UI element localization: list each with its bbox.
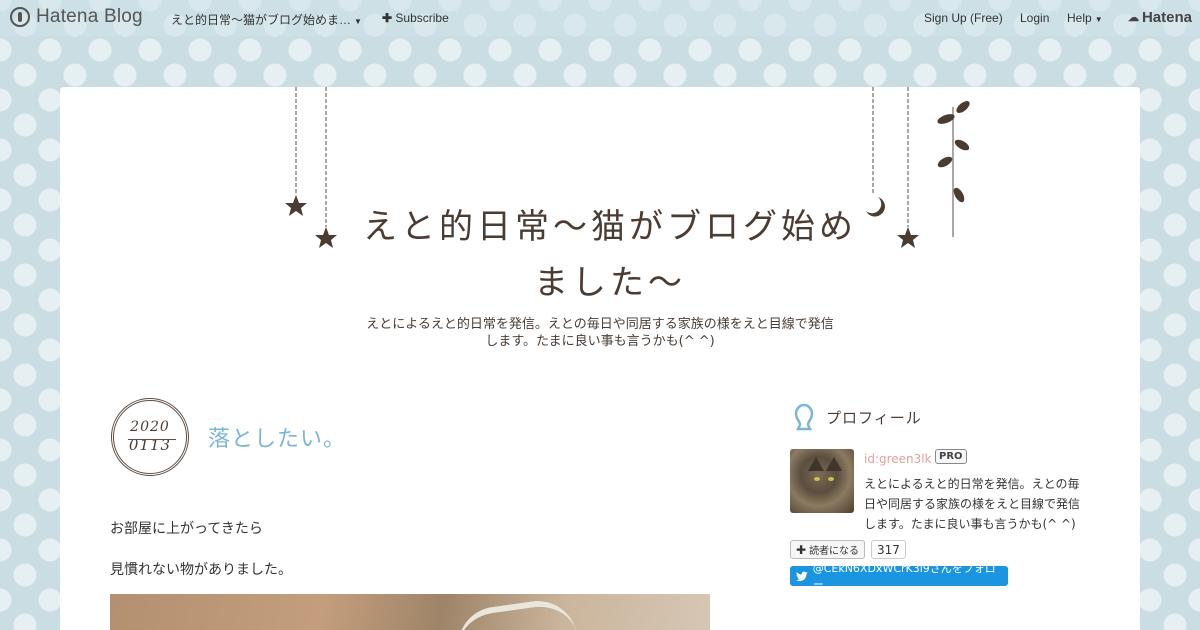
avatar-eye xyxy=(828,477,834,481)
avatar-ear xyxy=(826,457,842,471)
blog-title[interactable]: えと的日常〜猫がブログ始めました〜 xyxy=(350,199,870,311)
entry-photo xyxy=(110,594,710,630)
leaf-vine-icon xyxy=(937,101,970,203)
main-card: えと的日常〜猫がブログ始めました〜 えとによるえと的日常を発信。えとの毎日や同居… xyxy=(60,87,1140,630)
star-icon xyxy=(315,227,337,248)
hatena-blog-icon xyxy=(10,7,30,27)
caret-down-icon: ▼ xyxy=(354,17,362,26)
hatena-mark-icon: ☁ xyxy=(1127,12,1139,24)
reader-count[interactable]: 317 xyxy=(871,540,906,559)
entry-date-stamp[interactable]: 2020 0113 xyxy=(111,398,189,476)
login-link[interactable]: Login xyxy=(1020,11,1049,25)
avatar-eye xyxy=(814,477,820,481)
brand-name: Hatena Blog xyxy=(36,6,143,27)
date-divider xyxy=(128,439,176,440)
plus-icon: ✚ xyxy=(382,11,393,25)
blog-description: えとによるえと的日常を発信。えとの毎日や同居する家族の様をえと目線で発信します。… xyxy=(366,317,834,349)
photo-object xyxy=(452,595,578,630)
hatena-logo[interactable]: ☁ Hatena xyxy=(1128,9,1192,26)
blog-menu-dropdown[interactable]: えと的日常〜猫がブログ始めま… ▼ xyxy=(171,11,362,28)
profile-user-id[interactable]: id:green3lk xyxy=(864,452,932,466)
star-icon xyxy=(285,195,307,216)
help-dropdown[interactable]: Help ▼ xyxy=(1067,11,1103,25)
avatar[interactable] xyxy=(790,449,854,513)
twitter-follow-button[interactable]: @CEkN6XDxWCrK3l9さんをフォロー xyxy=(790,562,1008,591)
help-label: Help xyxy=(1067,11,1092,25)
reader-button-label: 読者になる xyxy=(809,546,860,557)
hatena-label: Hatena xyxy=(1141,9,1192,26)
plus-icon: ✚ xyxy=(796,542,807,557)
hatena-blog-logo[interactable]: Hatena Blog xyxy=(10,6,143,28)
subscribe-label: Subscribe xyxy=(395,11,449,25)
top-navbar: Hatena Blog えと的日常〜猫がブログ始めま… ▼ ✚ Subscribe… xyxy=(0,0,1200,36)
star-icon xyxy=(897,227,919,248)
entry-title[interactable]: 落としたい。 xyxy=(208,421,346,453)
pro-badge[interactable]: PRO xyxy=(935,449,967,464)
sign-up-link[interactable]: Sign Up (Free) xyxy=(924,11,1003,25)
avatar-ear xyxy=(808,457,824,471)
become-reader-button[interactable]: ✚ 読者になる xyxy=(790,540,866,559)
entry-date-year: 2020 xyxy=(130,419,170,435)
twitter-follow-label: @CEkN6XDxWCrK3l9さんをフォロー xyxy=(812,562,996,591)
twitter-bird-icon xyxy=(796,571,808,581)
blog-menu-label: えと的日常〜猫がブログ始めま… xyxy=(171,13,352,27)
profile-description: えとによるえと的日常を発信。えとの毎日や同居する家族の様をえと目線で発信します。… xyxy=(864,477,1081,531)
subscribe-button[interactable]: ✚ Subscribe xyxy=(382,11,449,25)
entry-paragraph: お部屋に上がってきたら xyxy=(110,521,263,537)
profile-icon xyxy=(794,403,814,431)
caret-down-icon: ▼ xyxy=(1094,15,1103,24)
entry-paragraph: 見慣れない物がありました。 xyxy=(110,562,292,578)
profile-heading: プロフィール xyxy=(826,409,922,427)
